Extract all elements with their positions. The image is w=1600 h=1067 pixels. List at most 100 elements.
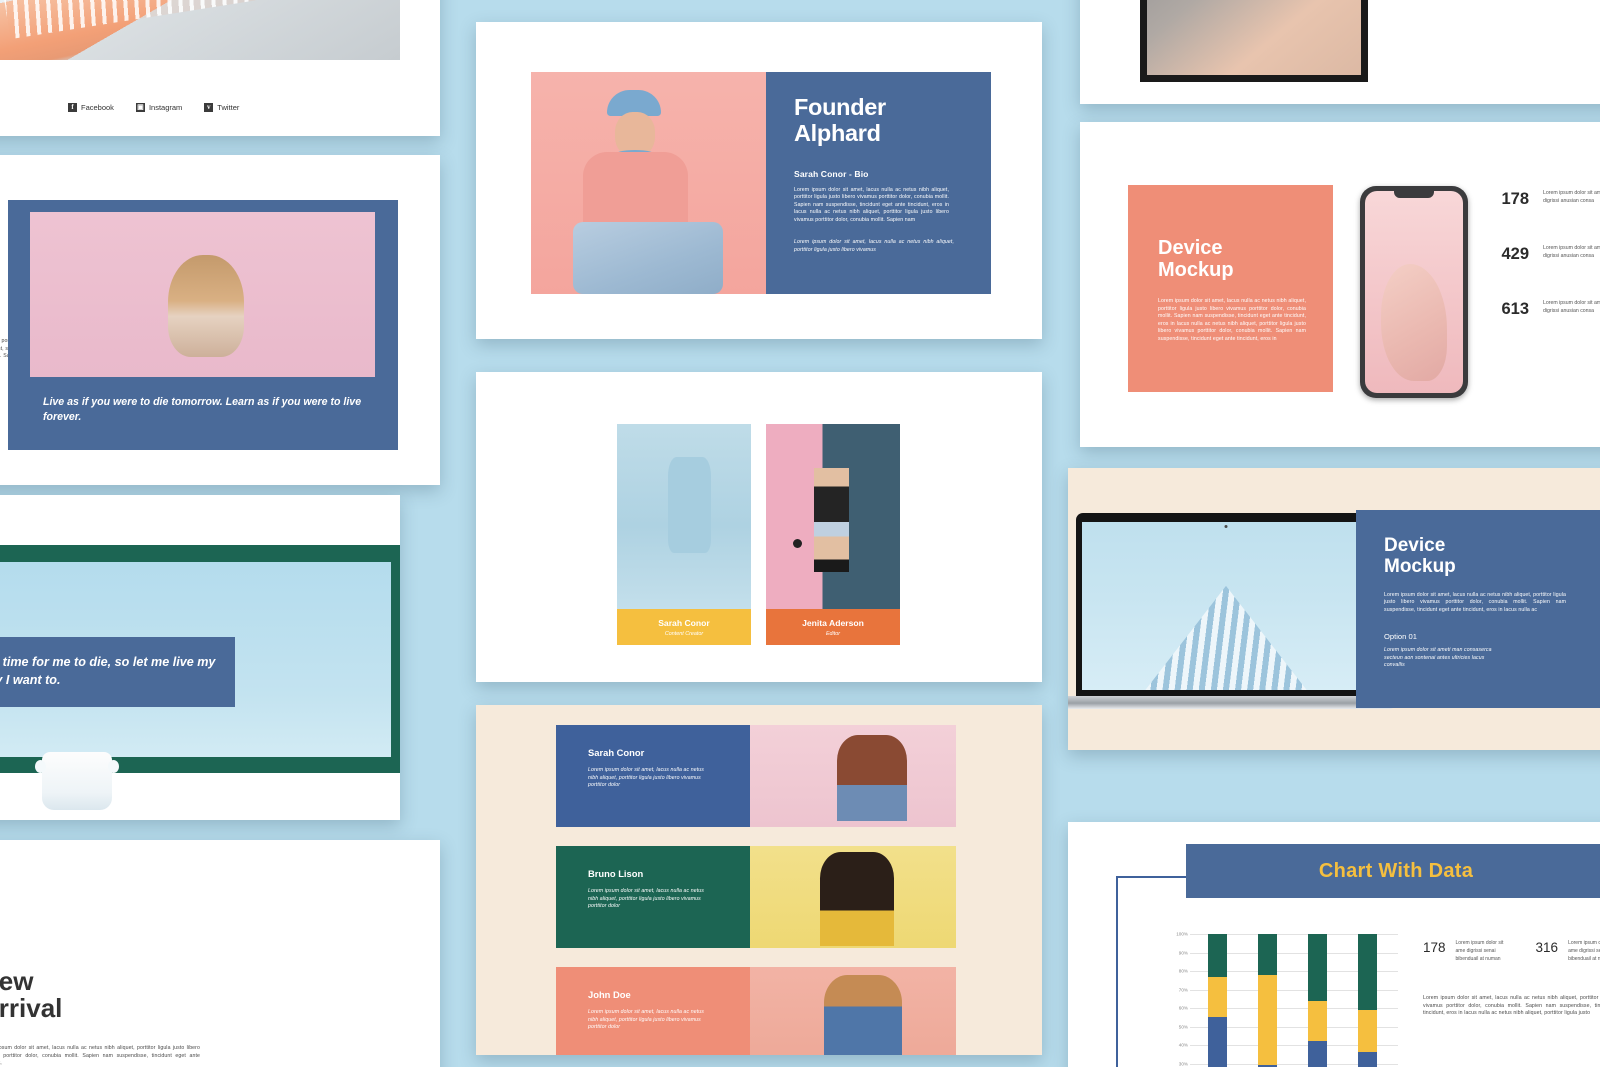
social-links-row: f Facebook ▣ Instagram ᴠ Twitter [68,103,239,112]
axis-tick-label: 30% [1178,1061,1188,1066]
profile-role: Content Creator [664,630,704,637]
twitter-icon: ᴠ [204,103,214,112]
slide-body-text: Lorem ipsum dolor sit amet, lacus nulla … [1158,298,1306,342]
table-row[interactable]: Sarah Conor Lorem ipsum dolor sit amet, … [556,725,956,827]
slide-cat-laptop[interactable]: Lorem ipsum dolor sit amet, lacus nulla … [1080,0,1600,104]
team-member-bio: Lorem ipsum dolor sit amet, lacus nulla … [588,888,704,910]
stat-caption: Lorem ipsum dolor sit ameti sati digriss… [1543,300,1600,314]
team-member-photo [750,967,956,1055]
coral-panel: Device Mockup Lorem ipsum dolor sit amet… [1128,185,1333,392]
page-title: Chart With Data [1318,859,1474,882]
social-label: Instagram [148,103,183,112]
chart-bar [1207,934,1227,1067]
quote-frame: Live as if you were to die tomorrow. Lea… [8,200,398,450]
founder-italic-text: Lorem ipsum dolor sit amet, lacus nulla … [794,239,954,253]
stat-caption: Lorem ipsum dolor sit ameti sati digriss… [1543,190,1600,204]
stats-list: 178 Lorem ipsum dolor sit ameti sati dig… [1495,190,1600,355]
laptop-screen [1082,522,1370,690]
slide-profiles[interactable]: Sarah Conor Content Creator Jenita Aders… [476,372,1042,682]
list-item: 178 Lorem ipsum dolor sit ameti sati dig… [1495,190,1600,209]
chart-bar-segment [1257,974,1277,1066]
profile-photo [766,424,900,609]
slide-device-mockup-laptop[interactable]: Device Mockup Lorem ipsum dolor sit amet… [1068,468,1600,750]
axis-tick-label: 40% [1178,1042,1188,1048]
social-link-instagram[interactable]: ▣ Instagram [135,103,183,112]
slide-concept-quote[interactable]: pt t, lacus nulla ac netus nibh aliquet,… [0,155,440,485]
title-line-1: New [0,966,34,996]
profile-card[interactable]: Sarah Conor Content Creator [617,424,751,645]
hand-photo [1380,263,1448,381]
title-line-1: Founder [794,94,886,120]
portrait-photo [30,212,375,377]
title-line-2: Mockup [1384,556,1456,578]
founder-text-panel: Founder Alphard Sarah Conor - Bio Lorem … [766,72,991,294]
building-photo [1145,585,1307,690]
camera-icon [1224,525,1228,528]
chart-bar-segment [1357,1009,1377,1053]
profile-name: Jenita Aderson [802,617,864,628]
slide-green-quote[interactable]: I'm the one that's got to die when it's … [0,495,400,820]
laptop-lid [1076,513,1376,696]
chart-bar-segment [1357,934,1377,1010]
chart-title-bar: Chart With Data [1186,844,1600,898]
social-link-facebook[interactable]: f Facebook [68,103,114,112]
kpi-value: 178 [1423,940,1446,955]
page-title: Founder Alphard [794,94,963,147]
quote-text: I'm the one that's got to die when it's … [0,655,216,687]
axis-tick-label: 100% [1176,931,1188,937]
ceramic-pot-shape [35,752,119,810]
laptop-text-panel: Device Mockup Lorem ipsum dolor sit amet… [1356,510,1600,708]
slide-chart-with-data[interactable]: Chart With Data 100% 90% 80% 70% 60% 50% 40% 30… [1068,822,1600,1067]
chart-bar-segment [1207,934,1227,977]
team-text-cell: John Doe Lorem ipsum dolor sit amet, lac… [556,967,750,1055]
table-row[interactable]: Bruno Lison Lorem ipsum dolor sit amet, … [556,846,956,948]
chart-bar [1257,934,1277,1067]
showcase-canvas: f Facebook ▣ Instagram ᴠ Twitter pt t, l… [0,0,1600,1067]
profile-card[interactable]: Jenita Aderson Editor [766,424,900,645]
table-row[interactable]: John Doe Lorem ipsum dolor sit amet, lac… [556,967,956,1055]
slide-device-mockup-phone[interactable]: Device Mockup Lorem ipsum dolor sit amet… [1080,122,1600,447]
jeans-shape [573,222,723,294]
team-member-bio: Lorem ipsum dolor sit amet, lacus nulla … [588,1009,704,1031]
kpi-caption: Lorem ipsum dolor sit ame digrissi senai… [1568,940,1600,962]
axis-tick-label: 90% [1178,950,1188,955]
kpi-caption: Lorem ipsum dolor sit ame digrissi senai… [1455,940,1504,962]
slide-team-grid[interactable]: Sarah Conor Lorem ipsum dolor sit amet, … [476,705,1042,1055]
profile-name-bar: Jenita Aderson Editor [766,609,900,645]
slide-body-text: Lorem ipsum dolor sit amet, lacus nulla … [0,1045,200,1066]
social-link-twitter[interactable]: ᴠ Twitter [204,103,239,112]
page-title: Device Mockup [1384,535,1600,578]
roof-photo [0,0,400,60]
slide-founder[interactable]: Founder Alphard Sarah Conor - Bio Lorem … [476,22,1042,339]
title-line-1: Device [1384,535,1446,556]
chart-bar-segment [1357,1052,1377,1067]
slide-new-arrival[interactable]: New Arrival Lorem ipsum dolor sit amet, … [0,840,440,1067]
chart-bar-segment [1307,1000,1327,1042]
chart-bar-segment [1207,976,1227,1018]
chart-bar-segment [1257,934,1277,975]
kpi-row: 178 Lorem ipsum dolor sit ame digrissi s… [1423,940,1600,963]
slide-social-links[interactable]: f Facebook ▣ Instagram ᴠ Twitter [0,0,440,136]
slide-body-text: Lorem ipsum dolor sit amet, lacus nulla … [1384,591,1566,613]
axis-tick-label: 80% [1178,968,1188,974]
page-title: Device Mockup [1158,237,1234,282]
tablet-mockup [1140,0,1368,82]
stat-value: 178 [1501,190,1529,208]
stat-caption: Lorem ipsum dolor sit ameti sati digriss… [1543,245,1600,259]
title-line-2: Alphard [794,120,881,147]
social-label: Facebook [81,103,114,112]
quote-text: Live as if you were to die tomorrow. Lea… [43,396,362,423]
stat-value: 613 [1501,300,1529,318]
kpi-value: 316 [1535,940,1559,955]
axis-tick-label: 70% [1178,987,1188,992]
phone-notch [1394,191,1434,198]
list-item: 178 Lorem ipsum dolor sit ame digrissi s… [1423,940,1508,963]
phone-mockup [1360,186,1468,398]
chart-bar-segment [1307,1041,1327,1067]
team-member-name: John Doe [588,989,631,1000]
phone-screen [1365,191,1463,393]
profile-role: Editor [825,630,841,637]
title-line-1: Device [1158,237,1223,259]
title-line-2: Arrival [0,993,63,1024]
team-text-cell: Bruno Lison Lorem ipsum dolor sit amet, … [556,846,750,948]
